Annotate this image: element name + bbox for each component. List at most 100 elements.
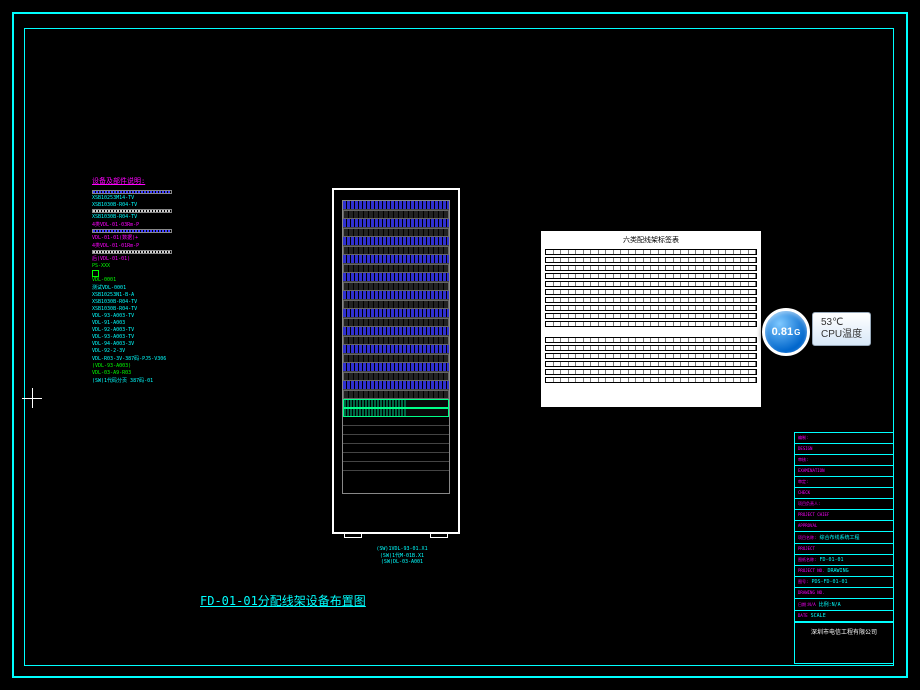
rack-unit <box>343 462 449 471</box>
patch-panel-graphic <box>92 250 172 254</box>
drawing-title: FD-01-01分配线架设备布置图 <box>200 592 366 609</box>
title-block-row: PROJECT CHIEF <box>795 510 893 521</box>
rack-unit-patch <box>343 273 449 282</box>
notes-title: 设备及部件说明: <box>92 176 222 186</box>
rack-unit-tray <box>343 354 449 363</box>
note-item: VDL-92-A003-TV <box>92 327 222 333</box>
rack-unit-patch <box>343 381 449 390</box>
title-block-row: EXAMINATION <box>795 466 893 477</box>
sheet-row <box>545 265 756 271</box>
cpu-unit: G <box>794 328 800 337</box>
sheet-row <box>545 369 756 375</box>
rack-unit-patch <box>343 201 449 210</box>
title-block-row: DRAWING NO. <box>795 588 893 599</box>
sheet-row <box>545 313 756 319</box>
sheet-row <box>545 321 756 327</box>
rack-unit-patch <box>343 363 449 372</box>
note-item: VDL-93-A003-TV <box>92 334 222 340</box>
patch-panel-graphic <box>92 209 172 213</box>
note-item: XSB1030B-R04-TV <box>92 299 222 305</box>
title-block-row: 审定: <box>795 477 893 488</box>
cpu-value: 0.81 <box>772 326 793 338</box>
title-block-row: 图号: PDS-FD-01-01 <box>795 577 893 588</box>
rack-unit-patch <box>343 345 449 354</box>
sheet-row <box>545 297 756 303</box>
rack-unit-tray <box>343 390 449 399</box>
patch-panel-graphic <box>92 229 172 233</box>
rack-foot <box>344 532 362 538</box>
note-item: 4类VDL-01-01Rm-P <box>92 242 222 249</box>
note-item: VDL-01-01(数据)+ <box>92 234 222 241</box>
note-item: VDL-R03-3V-387码-PJ5-V306 <box>92 355 222 362</box>
cpu-temp-badge[interactable]: 53℃ CPU温度 <box>812 312 871 346</box>
note-item: VDL-92-2-3V <box>92 348 222 354</box>
cpu-temp-value: 53℃ <box>821 317 862 329</box>
rack-unit-patch <box>343 327 449 336</box>
rack-unit-tray <box>343 336 449 345</box>
equipment-rack <box>332 188 460 534</box>
title-block-row: APPROVAL <box>795 521 893 532</box>
rack-unit-tray <box>343 300 449 309</box>
rack-unit <box>343 426 449 435</box>
note-item: 后(VDL-01-01) <box>92 255 222 262</box>
title-block-row: DATE SCALE <box>795 611 893 622</box>
rack-unit-patch <box>343 255 449 264</box>
title-block: 编制: DESIGN 审核: EXAMINATION 审定: CHECK 项目负… <box>794 432 894 664</box>
sheet-row <box>545 353 756 359</box>
rack-unit <box>343 453 449 462</box>
rack-label: (SW)1VDL-93-01.X1 (SW)1代M-01B.X1 (SW)DL-… <box>332 546 472 565</box>
sheet-row <box>545 305 756 311</box>
rack-unit <box>343 417 449 426</box>
title-block-row: 审核: <box>795 455 893 466</box>
rack-unit-patch <box>343 309 449 318</box>
company-name: 深圳市电信工程有限公司 <box>795 622 893 640</box>
label-table-sheet: 六类配线架标签表 <box>540 230 762 408</box>
rack-unit-tray <box>343 318 449 327</box>
pdu-symbol <box>92 270 99 277</box>
note-item: XSB1030B-R04-TV <box>92 306 222 312</box>
note-item: (SW)1代码分页 387码-01 <box>92 377 222 384</box>
title-block-row: PROJECT <box>795 544 893 555</box>
sheet-title: 六类配线架标签表 <box>541 231 761 249</box>
sheet-row <box>545 289 756 295</box>
rack-label-line: (SW)DL-03-A001 <box>332 559 472 565</box>
rack-unit-switch <box>343 408 449 417</box>
title-block-row: 日期:N/A 比例:N/A <box>795 599 893 611</box>
rack-foot <box>430 532 448 538</box>
patch-panel-graphic <box>92 190 172 194</box>
note-item: VDL-93-A003-TV <box>92 313 222 319</box>
rack-label-line: (SW)1代M-01B.X1 <box>332 552 472 559</box>
sheet-row <box>545 345 756 351</box>
note-item: XSB1030B-R04-TV <box>92 202 222 208</box>
note-item: XSB10253M14-TV <box>92 195 222 201</box>
sheet-row <box>545 257 756 263</box>
rack-unit <box>343 444 449 453</box>
cpu-usage-gauge[interactable]: 0.81G <box>762 308 810 356</box>
rack-unit-patch <box>343 219 449 228</box>
note-item: 测试VDL-0001 <box>92 284 222 291</box>
note-item: VDL-91-A003 <box>92 320 222 326</box>
rack-unit-tray <box>343 282 449 291</box>
sheet-row <box>545 337 756 343</box>
note-item: PS-XXX <box>92 263 222 269</box>
title-block-row: 项目名称: 综合布线系统工程 <box>795 532 893 544</box>
sheet-row <box>545 281 756 287</box>
sheet-row <box>545 249 756 255</box>
rack-unit-tray <box>343 210 449 219</box>
note-item: 4类VDL-01-03Rm-P <box>92 221 222 228</box>
cpu-temp-label: CPU温度 <box>821 329 862 341</box>
title-block-row: PROJECT NO. DRAWING <box>795 566 893 577</box>
title-block-row: DESIGN <box>795 444 893 455</box>
rack-unit-switch <box>343 399 449 408</box>
rack-unit <box>343 435 449 444</box>
title-block-row: 编制: <box>795 433 893 444</box>
rack-unit-tray <box>343 372 449 381</box>
note-item: VDL-94-A003-3V <box>92 341 222 347</box>
rack-unit-patch <box>343 291 449 300</box>
note-item: (VDL-93-A003) <box>92 363 222 369</box>
note-item: VDL-0001 <box>92 277 222 283</box>
note-item: XSB1030B-R04-TV <box>92 214 222 220</box>
sheet-row <box>545 361 756 367</box>
title-block-row: 图纸名称: FD-01-01 <box>795 555 893 566</box>
title-block-row: CHECK <box>795 488 893 499</box>
